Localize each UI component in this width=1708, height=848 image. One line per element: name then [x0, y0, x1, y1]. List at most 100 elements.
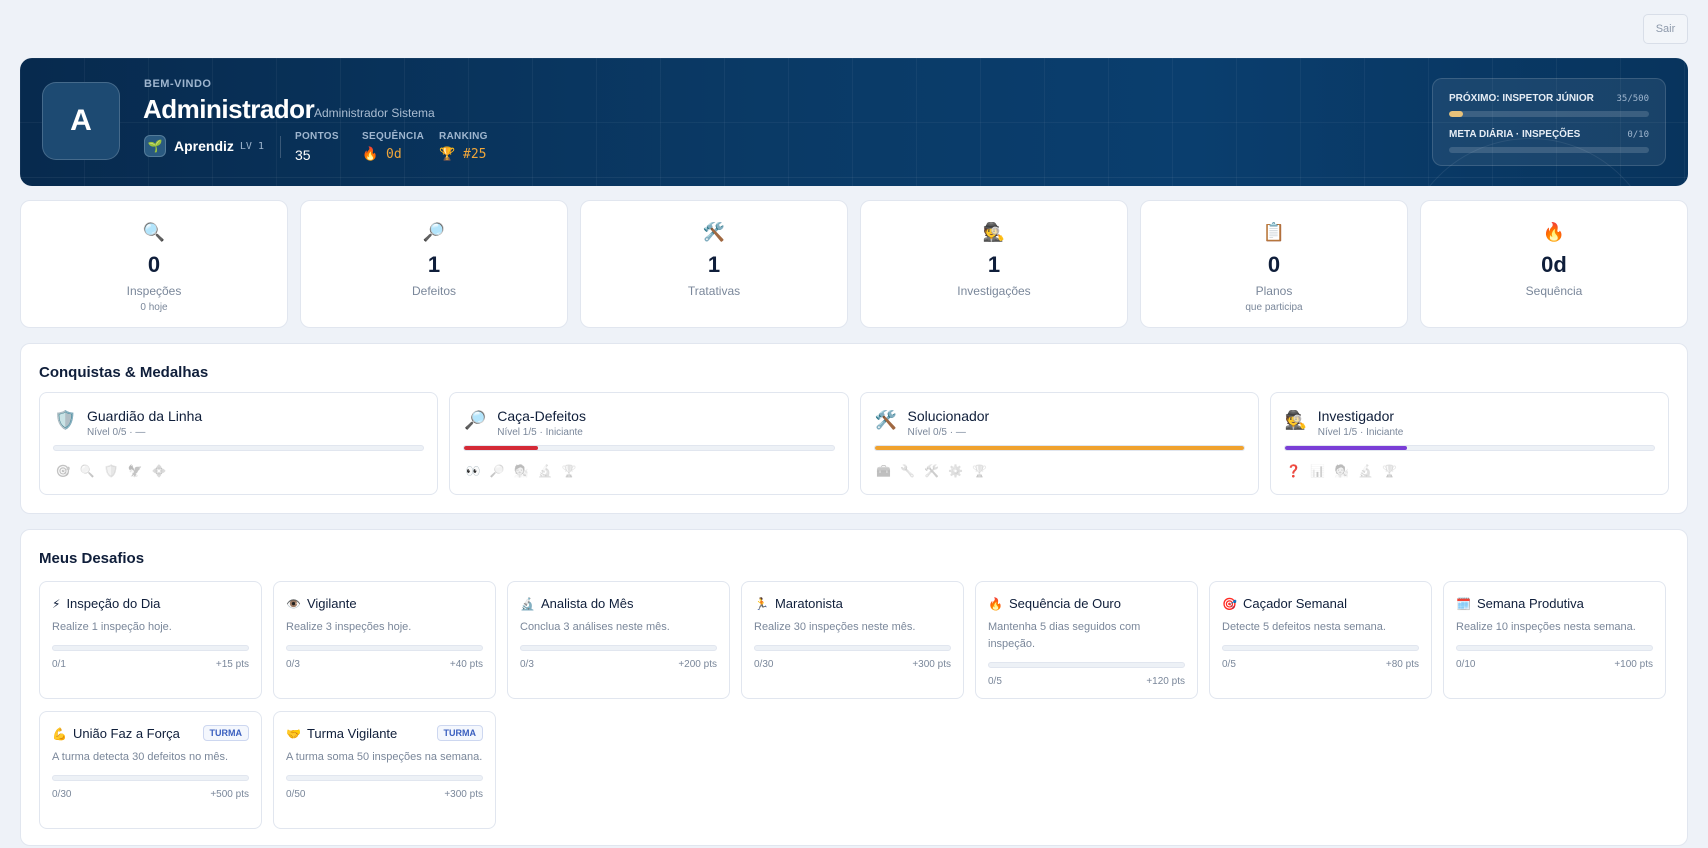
challenge-points: +300 pts	[444, 789, 483, 800]
kpi-label: Planos	[1255, 284, 1293, 298]
challenge-footer: 0/10 +100 pts	[1456, 659, 1653, 670]
welcome-label: BEM-VINDO	[144, 78, 212, 90]
logout-button[interactable]: Sair	[1643, 14, 1688, 44]
achievement-level: Nível 1/5 · Iniciante	[1317, 427, 1404, 438]
stat-label: SEQUÊNCIA	[362, 131, 425, 142]
stats-divider	[280, 136, 281, 158]
achievement-progress-fill	[874, 446, 1244, 450]
goal-count: 0/10	[1627, 129, 1649, 140]
eye-icon: 👁️	[286, 596, 301, 611]
challenge-footer: 0/5 +80 pts	[1222, 659, 1419, 670]
challenge-card[interactable]: 🎯 Caçador Semanal Detecte 5 defeitos nesta…	[1209, 581, 1432, 699]
medal-icon: 🔬	[537, 464, 553, 478]
medal-icon: 🏆	[561, 464, 577, 478]
achievement-progress-bar	[53, 445, 425, 451]
challenge-count: 0/30	[754, 659, 774, 670]
detective-icon: 🕵️	[1284, 410, 1308, 430]
calendar-icon: 🗓️	[1456, 596, 1471, 611]
challenge-card[interactable]: 🗓️ Semana Produtiva Realize 10 inspeções n…	[1443, 581, 1666, 699]
kpi-card-inspections: 🔍 0 Inspeções 0 hoje	[20, 200, 288, 328]
kpi-value: 1	[987, 252, 1001, 277]
challenge-points: +200 pts	[678, 659, 717, 670]
stat-points: PONTOS 35	[295, 131, 339, 163]
medal-icon: 🧑‍🔬	[1334, 464, 1350, 478]
achievement-card[interactable]: 🛡️ Guardião da Linha Nível 0/5 · — 🎯 🔍 🛡️ 🦅 💠	[39, 392, 439, 495]
level-tag: LV 1	[239, 140, 264, 152]
stat-value-row: 🔥 0d	[362, 147, 424, 162]
level-name: Aprendiz	[174, 138, 234, 154]
kpi-row: 🔍 0 Inspeções 0 hoje 🔎 1 Defeitos 🛠️ 1 T…	[20, 200, 1688, 328]
achievement-name: Caça-Defeitos	[497, 408, 586, 424]
medal-icon: 🧑‍🔬	[513, 464, 529, 478]
achievement-progress-bar	[463, 445, 835, 451]
challenge-title: Vigilante	[306, 596, 357, 611]
user-name: Administrador	[143, 94, 315, 124]
kpi-card-streak: 🔥 0d Sequência	[1420, 200, 1688, 328]
daily-goal: META DIÁRIA · INSPEÇÕES 0/10	[1449, 129, 1649, 153]
challenge-description: Detecte 5 defeitos nesta semana.	[1222, 621, 1386, 633]
challenge-card[interactable]: 🔬 Analista do Mês Conclua 3 análises neste…	[507, 581, 730, 699]
challenge-description: Realize 10 inspeções nesta semana.	[1456, 621, 1636, 633]
challenge-count: 0/30	[52, 789, 72, 800]
stat-value-row: 🏆 #25	[439, 147, 488, 162]
medal-icon: 💠	[151, 464, 167, 478]
challenge-count: 0/50	[286, 789, 306, 800]
achievements-grid: 🛡️ Guardião da Linha Nível 0/5 · — 🎯 🔍 🛡️ 🦅 💠 🔎 C…	[39, 392, 1669, 495]
medal-icon: 🔧	[900, 464, 915, 478]
challenge-card[interactable]: ⚡ Inspeção do Dia Realize 1 inspeção hoje.…	[39, 581, 262, 699]
kpi-value: 1	[707, 252, 721, 277]
medal-icon: 🦅	[127, 464, 143, 478]
challenge-progress-bar	[286, 645, 483, 651]
medal-icon: 🔎	[489, 464, 505, 478]
challenge-title: Sequência de Ouro	[1008, 596, 1121, 611]
achievement-name: Investigador	[1317, 408, 1395, 424]
medal-icon: 🛠️	[924, 464, 939, 478]
achievement-card[interactable]: 🕵️ Investigador Nível 1/5 · Iniciante ❓ 📊 🧑‍🔬…	[1269, 392, 1669, 495]
kpi-label: Inspeções	[126, 284, 182, 298]
team-badge: TURMA	[202, 725, 249, 741]
challenge-footer: 0/5 +120 pts	[988, 676, 1185, 687]
goal-label: PRÓXIMO: INSPETOR JÚNIOR	[1449, 93, 1594, 104]
achievement-progress-fill	[1284, 446, 1407, 450]
challenge-points: +40 pts	[449, 659, 483, 670]
flexed-arm-icon: 💪	[52, 726, 67, 741]
achievement-card[interactable]: 🛠️ Solucionador Nível 0/5 · — 🧰 🔧 🛠️ ⚙️ 🏆	[859, 392, 1259, 495]
magnifier-icon: 🔍	[142, 222, 166, 242]
challenge-header: 🏃 Maratonista	[754, 596, 843, 611]
stat-streak: SEQUÊNCIA 🔥 0d	[362, 131, 424, 162]
challenge-header: 💪 União Faz a Força	[52, 726, 180, 741]
challenge-progress-bar	[754, 645, 951, 651]
handshake-icon: 🤝	[286, 726, 301, 741]
medal-row: 🧰 🔧 🛠️ ⚙️ 🏆	[875, 464, 989, 478]
challenge-title: Analista do Mês	[540, 596, 634, 611]
challenge-points: +15 pts	[215, 659, 249, 670]
challenge-card[interactable]: 🔥 Sequência de Ouro Mantenha 5 dias seguid…	[975, 581, 1198, 699]
challenge-card[interactable]: 💪 União Faz a Força TURMA A turma detecta 3…	[39, 711, 262, 829]
achievements-title: Conquistas & Medalhas	[39, 364, 209, 381]
stat-ranking: RANKING 🏆 #25	[439, 131, 488, 162]
achievements-panel: Conquistas & Medalhas 🛡️ Guardião da Linh…	[20, 343, 1688, 514]
challenge-footer: 0/3 +200 pts	[520, 659, 717, 670]
challenge-count: 0/1	[52, 659, 66, 670]
challenge-header: 🔬 Analista do Mês	[520, 596, 633, 611]
achievement-name: Guardião da Linha	[87, 408, 203, 424]
fire-icon: 🔥	[362, 147, 379, 162]
achievement-card[interactable]: 🔎 Caça-Defeitos Nível 1/5 · Iniciante 👀 🔎 🧑‍🔬…	[449, 392, 849, 495]
stat-value: #25	[463, 147, 487, 162]
fire-icon: 🔥	[988, 596, 1003, 611]
challenge-header: 🎯 Caçador Semanal	[1222, 596, 1347, 611]
achievement-progress-bar	[873, 445, 1245, 451]
magnifier-right-icon: 🔎	[422, 222, 446, 242]
challenge-card[interactable]: 👁️ Vigilante Realize 3 inspeções hoje. 0/3 +…	[273, 581, 496, 699]
goals-card: PRÓXIMO: INSPETOR JÚNIOR 35/500 META DIÁ…	[1432, 78, 1666, 166]
challenge-count: 0/5	[1222, 659, 1236, 670]
challenge-header: ⚡ Inspeção do Dia	[52, 596, 160, 611]
challenge-progress-bar	[988, 662, 1185, 668]
level-badge: 🌱 Aprendiz LV 1	[144, 135, 264, 157]
challenge-points: +80 pts	[1385, 659, 1419, 670]
challenge-card[interactable]: 🤝 Turma Vigilante TURMA A turma soma 50 ins…	[273, 711, 496, 829]
avatar: A	[42, 82, 120, 160]
medal-icon: 🛡️	[103, 464, 119, 478]
challenge-card[interactable]: 🏃 Maratonista Realize 30 inspeções neste m…	[741, 581, 964, 699]
kpi-label: Tratativas	[687, 284, 741, 298]
